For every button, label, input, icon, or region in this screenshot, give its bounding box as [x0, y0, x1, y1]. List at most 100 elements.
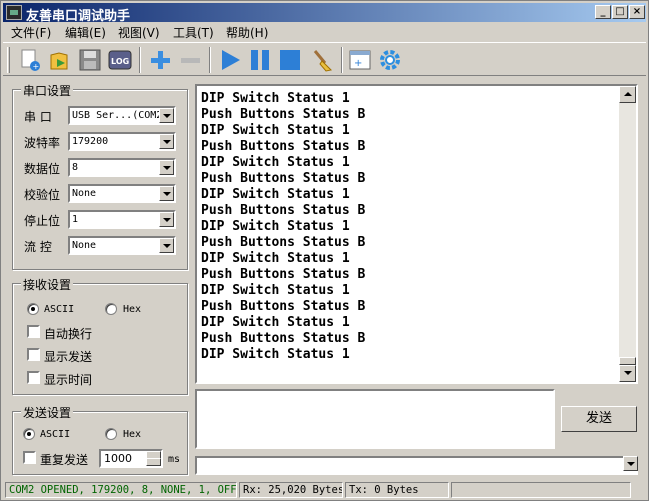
toolbar-separator	[139, 47, 141, 73]
close-button[interactable]: ×	[629, 5, 645, 19]
auto-wrap-checkbox[interactable]	[27, 325, 40, 338]
parity-label: 校验位	[24, 188, 61, 202]
menu-tools[interactable]: 工具(T)	[173, 24, 214, 41]
show-send-checkbox[interactable]	[27, 348, 40, 361]
play-icon[interactable]	[217, 47, 243, 73]
toolbar-grip[interactable]	[7, 47, 10, 73]
save-icon[interactable]	[77, 47, 103, 73]
repeat-interval-stepper[interactable]: 1000	[99, 449, 163, 468]
stopbits-select[interactable]: 1	[68, 210, 176, 229]
svg-text:+: +	[354, 58, 362, 69]
rx-counter: Rx: 25,020 Bytes	[239, 482, 343, 498]
show-time-label: 显示时间	[44, 373, 93, 387]
receive-line: DIP Switch Status 1	[201, 251, 350, 266]
receive-line: DIP Switch Status 1	[201, 315, 350, 330]
receive-line: DIP Switch Status 1	[201, 347, 350, 362]
send-textarea[interactable]	[195, 389, 555, 449]
menu-view[interactable]: 视图(V)	[118, 24, 160, 41]
parity-select[interactable]: None	[68, 184, 176, 203]
title-bar: 友善串口调试助手 _ □ ×	[3, 3, 646, 24]
layout-icon[interactable]: +	[347, 47, 373, 73]
minimize-button[interactable]: _	[595, 5, 611, 19]
show-send-label: 显示发送	[44, 350, 93, 364]
scroll-down-icon[interactable]	[619, 365, 636, 382]
scroll-up-icon[interactable]	[619, 86, 636, 103]
window-title: 友善串口调试助手	[26, 9, 131, 24]
send-history-select[interactable]	[195, 456, 638, 475]
remove-icon[interactable]	[177, 47, 203, 73]
receive-lines: DIP Switch Status 1 Push Buttons Status B…	[201, 91, 365, 363]
receive-line: Push Buttons Status B	[201, 107, 366, 122]
send-button[interactable]: 发送	[561, 406, 637, 432]
toolbar-separator	[341, 47, 343, 73]
new-icon[interactable]: +	[17, 47, 43, 73]
chevron-down-icon[interactable]	[159, 186, 174, 201]
port-select[interactable]: USB Ser...(COM2	[68, 106, 176, 125]
chevron-down-icon[interactable]	[623, 456, 638, 471]
chevron-down-icon[interactable]	[159, 134, 174, 149]
auto-wrap-label: 自动换行	[44, 327, 93, 341]
databits-select[interactable]: 8	[68, 158, 176, 177]
receive-line: DIP Switch Status 1	[201, 219, 350, 234]
repeat-send-checkbox[interactable]	[23, 451, 36, 464]
receive-line: DIP Switch Status 1	[201, 283, 350, 298]
flow-select[interactable]: None	[68, 236, 176, 255]
send-hex-label: Hex	[123, 429, 142, 440]
send-ascii-label: ASCII	[40, 429, 71, 440]
svg-text:+: +	[33, 62, 40, 71]
repeat-send-label: 重复发送	[40, 453, 89, 467]
stepper-down-icon[interactable]	[146, 458, 161, 466]
serial-settings-title: 串口设置	[21, 82, 74, 99]
receive-line: DIP Switch Status 1	[201, 123, 350, 138]
resize-grip[interactable]	[633, 482, 646, 498]
receive-line: Push Buttons Status B	[201, 171, 366, 186]
receive-line: DIP Switch Status 1	[201, 187, 350, 202]
maximize-button[interactable]: □	[612, 5, 628, 19]
receive-scrollbar[interactable]	[619, 86, 636, 382]
receive-hex-label: Hex	[123, 304, 142, 315]
send-hex-radio[interactable]	[105, 428, 117, 440]
toolbar-separator	[209, 47, 211, 73]
menu-help[interactable]: 帮助(H)	[226, 24, 268, 41]
clear-icon[interactable]	[309, 47, 335, 73]
serial-settings-group: 串口设置 串 口 USB Ser...(COM2 波特率 179200 数据位 …	[12, 82, 188, 270]
stop-icon[interactable]	[277, 47, 303, 73]
receive-line: Push Buttons Status B	[201, 203, 366, 218]
show-time-checkbox[interactable]	[27, 371, 40, 384]
chevron-down-icon[interactable]	[159, 212, 174, 227]
menu-edit[interactable]: 编辑(E)	[65, 24, 106, 41]
receive-line: Push Buttons Status B	[201, 331, 366, 346]
log-icon[interactable]: LOG	[107, 47, 133, 73]
receive-settings-title: 接收设置	[21, 276, 74, 293]
menu-bar: 文件(F) 编辑(E) 视图(V) 工具(T) 帮助(H)	[3, 23, 646, 41]
databits-label: 数据位	[24, 162, 61, 176]
receive-line: DIP Switch Status 1	[201, 155, 350, 170]
receive-line: DIP Switch Status 1	[201, 91, 350, 106]
status-bar: COM2 OPENED, 179200, 8, NONE, 1, OFF Rx:…	[3, 481, 646, 499]
settings-icon[interactable]	[377, 47, 403, 73]
send-settings-title: 发送设置	[21, 404, 74, 421]
svg-text:LOG: LOG	[111, 57, 129, 66]
app-icon	[6, 5, 22, 20]
receive-hex-radio[interactable]	[105, 303, 117, 315]
open-icon[interactable]	[47, 47, 73, 73]
send-ascii-radio[interactable]	[23, 428, 35, 440]
baud-label: 波特率	[24, 136, 61, 150]
port-label: 串 口	[24, 110, 52, 124]
toolbar: + LOG +	[3, 42, 646, 76]
flow-label: 流 控	[24, 240, 52, 254]
interval-unit: ms	[168, 454, 181, 465]
baud-select[interactable]: 179200	[68, 132, 176, 151]
pause-icon[interactable]	[247, 47, 273, 73]
menu-file[interactable]: 文件(F)	[11, 24, 51, 41]
chevron-down-icon[interactable]	[159, 108, 174, 123]
receive-settings-group: 接收设置 ASCII Hex 自动换行 显示发送 显示时间	[12, 276, 188, 395]
chevron-down-icon[interactable]	[159, 238, 174, 253]
receive-line: Push Buttons Status B	[201, 299, 366, 314]
add-icon[interactable]	[147, 47, 173, 73]
scroll-thumb[interactable]	[619, 357, 636, 365]
receive-line: Push Buttons Status B	[201, 139, 366, 154]
chevron-down-icon[interactable]	[159, 160, 174, 175]
receive-ascii-radio[interactable]	[27, 303, 39, 315]
receive-textarea[interactable]: DIP Switch Status 1 Push Buttons Status B…	[195, 84, 638, 384]
